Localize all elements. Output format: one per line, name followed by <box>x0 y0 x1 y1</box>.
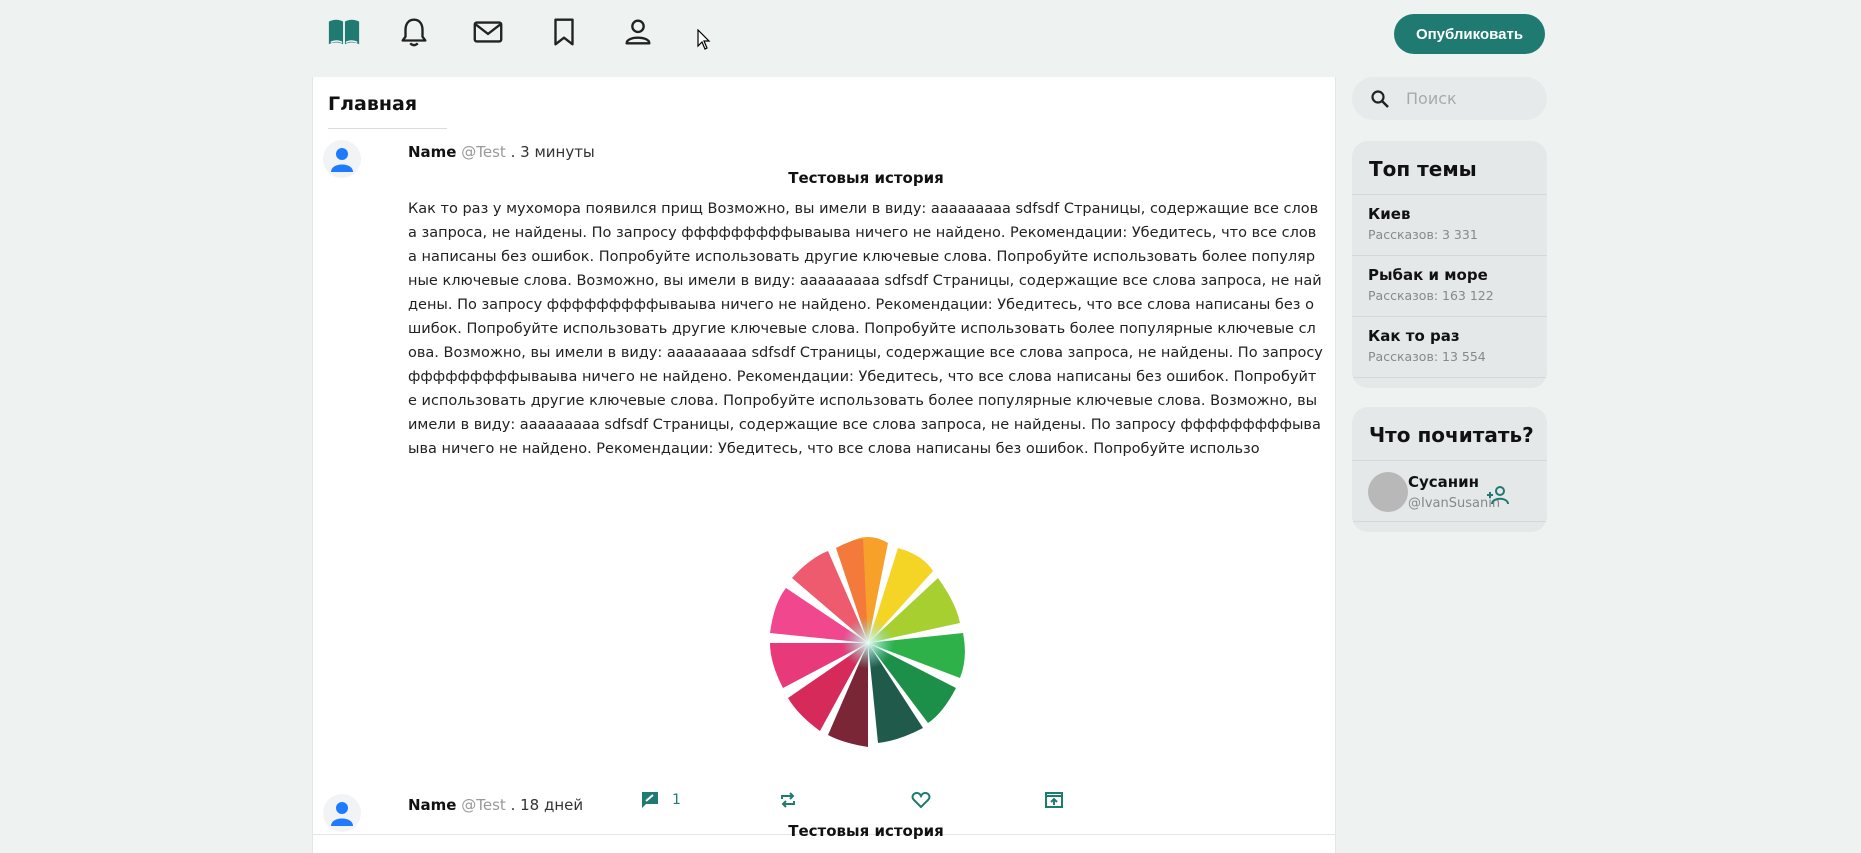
post-card[interactable]: Name @Test . 18 дней Тестовыя история <box>313 782 1335 853</box>
user-avatar-icon <box>331 148 353 172</box>
bell-icon[interactable] <box>394 12 434 52</box>
user-avatar-icon <box>331 802 353 826</box>
post-card[interactable]: Name @Test . 3 минуты Тестовыя история К… <box>313 129 1335 835</box>
main-feed: Главная Name @Test . 3 минуты Тестовыя и… <box>312 77 1336 853</box>
page-title: Главная <box>328 93 448 129</box>
top-topics-card: Топ темы Киев Рассказов: 3 331 Рыбак и м… <box>1352 141 1547 388</box>
topic-count: Рассказов: 163 122 <box>1368 288 1494 303</box>
search-input[interactable] <box>1406 89 1536 108</box>
publish-button[interactable]: Опубликовать <box>1394 14 1545 54</box>
top-nav: Опубликовать <box>0 0 1861 70</box>
topic-item[interactable]: Рыбак и море Рассказов: 163 122 <box>1352 256 1547 317</box>
post-meta: Name @Test . 3 минуты <box>408 143 595 161</box>
add-user-icon[interactable] <box>1486 483 1510 507</box>
avatar[interactable] <box>323 140 361 178</box>
topic-item[interactable]: Как то раз Рассказов: 13 554 <box>1352 317 1547 378</box>
post-author-handle[interactable]: @Test <box>461 796 506 814</box>
post-time: . 18 дней <box>510 796 584 814</box>
topic-count: Рассказов: 13 554 <box>1368 349 1486 364</box>
book-icon[interactable] <box>324 12 364 52</box>
bookmark-icon[interactable] <box>544 12 584 52</box>
post-author-name[interactable]: Name <box>408 796 456 814</box>
mouse-cursor-icon <box>697 29 711 50</box>
topic-item[interactable]: Киев Рассказов: 3 331 <box>1352 195 1547 256</box>
search-box[interactable] <box>1352 77 1547 120</box>
suggested-user-name: Сусанин <box>1408 473 1480 491</box>
avatar[interactable] <box>1368 472 1408 512</box>
post-time: . 3 минуты <box>510 143 595 161</box>
suggested-user[interactable]: Сусанин @IvanSusanin <box>1352 461 1547 522</box>
search-icon <box>1371 89 1389 108</box>
post-body: Как то раз у мухомора появился прищ Возм… <box>408 201 1323 457</box>
post-meta: Name @Test . 18 дней <box>408 796 583 814</box>
what-to-read-title: Что почитать? <box>1352 407 1547 461</box>
topic-count: Рассказов: 3 331 <box>1368 227 1478 242</box>
avatar[interactable] <box>323 794 361 832</box>
what-to-read-card: Что почитать? Сусанин @IvanSusanin <box>1352 407 1547 532</box>
topic-name: Рыбак и море <box>1368 266 1488 284</box>
topic-name: Киев <box>1368 205 1411 223</box>
user-icon[interactable] <box>618 12 658 52</box>
post-author-handle[interactable]: @Test <box>461 143 506 161</box>
main-header: Главная <box>313 77 1335 129</box>
post-title: Тестовыя история <box>788 822 944 840</box>
post-image-flower <box>770 537 965 747</box>
mail-icon[interactable] <box>468 12 508 52</box>
post-author-name[interactable]: Name <box>408 143 456 161</box>
top-topics-title: Топ темы <box>1352 141 1547 195</box>
topic-name: Как то раз <box>1368 327 1460 345</box>
post-title: Тестовыя история <box>788 169 944 187</box>
